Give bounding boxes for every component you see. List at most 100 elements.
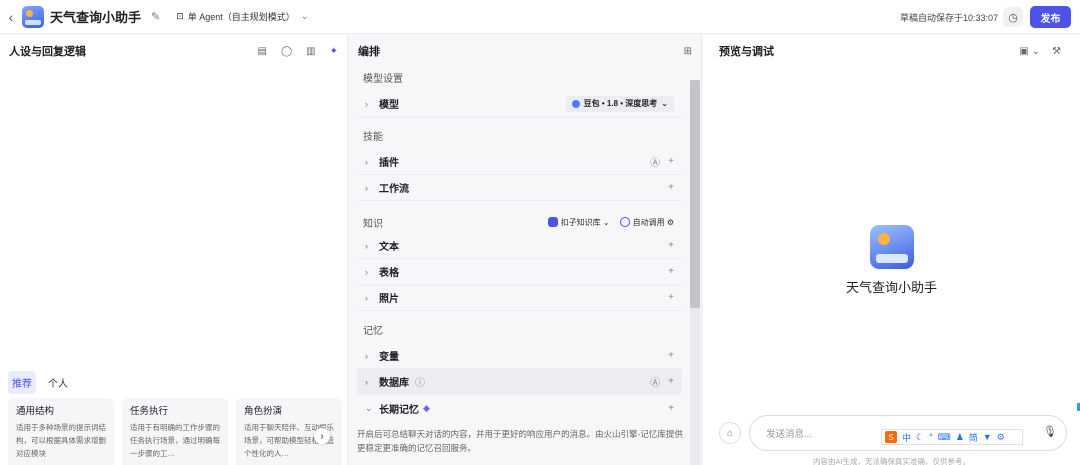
table-row[interactable]: › 表格 +: [357, 259, 682, 285]
auto-call-icon: [619, 217, 630, 228]
tool-icon[interactable]: ⚒: [1052, 46, 1061, 57]
scroll-thumb[interactable]: [690, 80, 700, 308]
chevron-right-icon: ›: [365, 240, 368, 251]
model-value: 豆包 • 1.8 • 深度思考: [583, 99, 658, 108]
chevron-down-icon: ⌄: [365, 402, 373, 413]
add-icon[interactable]: +: [668, 266, 674, 277]
chevron-down-icon: ⌄: [300, 11, 309, 21]
auto-call-toggle[interactable]: 自动调用 ⚙: [619, 217, 674, 228]
variable-row[interactable]: › 变量 +: [357, 343, 682, 369]
chevron-right-icon: ›: [365, 156, 368, 167]
disclaimer: 内容由AI生成，无法确保真实准确，仅供参考。: [812, 457, 971, 465]
model-row[interactable]: › 模型 豆包 • 1.8 • 深度思考 ⌄: [357, 91, 682, 117]
edit-icon[interactable]: ✎: [151, 10, 160, 23]
chevron-right-icon[interactable]: ›: [314, 428, 330, 444]
ime-lang: 中: [902, 432, 912, 443]
panel-title: 预览与调试: [719, 46, 774, 58]
memory-description: 开启后可总结聊天对话的内容，并用于更好的响应用户的消息。由火山引擎-记忆库提供更…: [357, 429, 683, 453]
workflow-row[interactable]: › 工作流 +: [357, 175, 682, 201]
bulb-icon[interactable]: ◯: [281, 46, 292, 57]
persona-panel: 人设与回复逻辑 ▤ ◯ ▥ ✦ 推荐 个人 通用结构 适用于多种场景的提示词结构…: [0, 35, 348, 465]
longterm-memory-row[interactable]: ⌄ 长期记忆 ◆ +: [357, 395, 682, 421]
section-model: 模型设置: [363, 74, 403, 85]
template-icon[interactable]: ▤: [258, 46, 267, 57]
chevron-right-icon: ›: [365, 376, 368, 387]
ime-toolbar[interactable]: S 中 ☾ ° ⌨ ♟ 简 ▼ ⚙: [881, 429, 1023, 445]
scrollbar[interactable]: [690, 80, 700, 465]
text-row[interactable]: › 文本 +: [357, 233, 682, 259]
knowledge-header: 知识 扣子知识库 ⌄ 自动调用 ⚙: [357, 211, 682, 233]
auto-icon[interactable]: Ⓐ: [650, 374, 660, 389]
template-card[interactable]: 任务执行 适用于有明确的工作步骤的任务执行场景，通过明确每一步骤的工…: [122, 398, 228, 465]
clock-icon: ◷: [1008, 11, 1018, 24]
add-icon[interactable]: +: [668, 376, 674, 387]
card-title: 通用结构: [16, 406, 55, 417]
auto-icon[interactable]: Ⓐ: [650, 154, 660, 169]
ime-script: 简: [968, 432, 978, 443]
autosave-status: 草稿自动保存于10:33:07: [900, 13, 999, 23]
top-bar: ‹ 天气查询小助手 ✎ ⊡ 单 Agent（自主规划模式） ⌄ 草稿自动保存于1…: [0, 0, 1080, 34]
chevron-right-icon: ›: [365, 98, 368, 109]
card-desc: 适用于多种场景的提示词结构，可以根据具体需求增删对应模块: [16, 423, 106, 458]
add-icon[interactable]: +: [668, 240, 674, 251]
gear-icon: ⚙: [666, 217, 674, 227]
auto-call-label: 自动调用: [632, 217, 665, 227]
moon-icon: ☾: [916, 431, 925, 442]
grid-icon[interactable]: ⊞: [684, 46, 692, 57]
debug-menu-icon[interactable]: ▣ ⌄: [1019, 46, 1040, 57]
database-row[interactable]: › 数据库 ⓘ Ⓐ +: [357, 369, 682, 395]
chevron-left-icon: ‹: [8, 8, 14, 25]
broom-icon: ⌂: [726, 427, 734, 439]
mode-selector[interactable]: ⊡ 单 Agent（自主规划模式） ⌄: [170, 7, 314, 27]
diamond-icon: ◆: [423, 402, 430, 413]
microphone-icon[interactable]: 🎙: [1043, 425, 1057, 438]
row-label: 数据库: [379, 378, 409, 389]
card-title: 角色扮演: [244, 406, 283, 417]
add-icon[interactable]: +: [668, 182, 674, 193]
section-knowledge: 知识: [363, 218, 383, 230]
row-label: 变量: [379, 352, 399, 363]
tab-recommended[interactable]: 推荐: [8, 371, 36, 394]
model-selector[interactable]: 豆包 • 1.8 • 深度思考 ⌄: [565, 95, 674, 112]
section-memory: 记忆: [363, 326, 383, 337]
gear-icon: ⚙: [996, 431, 1005, 442]
add-icon[interactable]: +: [668, 292, 674, 303]
row-label: 工作流: [379, 184, 409, 195]
panel-title: 编排: [358, 46, 380, 58]
tab-personal[interactable]: 个人: [44, 371, 72, 394]
chevron-right-icon: ›: [365, 266, 368, 277]
history-button[interactable]: ◷: [1003, 7, 1023, 27]
keyboard-icon: ⌨: [937, 431, 951, 442]
add-icon[interactable]: +: [668, 350, 674, 361]
kb-label: 扣子知识库: [560, 217, 601, 227]
user-icon: ♟: [955, 431, 964, 442]
section-skills: 技能: [363, 132, 383, 143]
row-label: 长期记忆: [379, 404, 419, 416]
row-label: 表格: [379, 268, 399, 279]
layout-icon[interactable]: ▥: [306, 46, 315, 57]
kb-icon: [547, 217, 558, 228]
ime-logo-icon: S: [885, 431, 897, 443]
add-icon[interactable]: +: [668, 403, 674, 414]
publish-button[interactable]: 发布: [1030, 6, 1071, 28]
row-label: 照片: [379, 294, 399, 305]
kb-selector[interactable]: 扣子知识库 ⌄: [547, 217, 610, 228]
row-label: 文本: [379, 242, 399, 253]
template-card[interactable]: 通用结构 适用于多种场景的提示词结构，可以根据具体需求增删对应模块: [8, 398, 114, 465]
back-button[interactable]: ‹: [0, 0, 22, 34]
plugin-row[interactable]: › 插件 Ⓐ +: [357, 149, 682, 175]
preview-panel: 预览与调试 ▣ ⌄ ⚒ 天气查询小助手 ⌂ 发送消息... S 中 ☾ ° ⌨ …: [703, 35, 1080, 465]
app-logo: [22, 5, 44, 28]
card-desc: 适用于有明确的工作步骤的任务执行场景，通过明确每一步骤的工…: [130, 423, 220, 458]
chevron-right-icon: ›: [365, 292, 368, 303]
sparkle-icon[interactable]: ✦: [330, 46, 338, 57]
row-label: 插件: [379, 158, 399, 169]
info-icon[interactable]: ⓘ: [415, 374, 425, 389]
chevron-down-icon: ⌄: [661, 99, 668, 108]
app-title: 天气查询小助手: [50, 10, 142, 25]
add-icon[interactable]: +: [668, 156, 674, 167]
photo-row[interactable]: › 照片 +: [357, 285, 682, 311]
shirt-icon: ▼: [982, 432, 992, 442]
row-label: 模型: [379, 100, 399, 111]
clear-history-button[interactable]: ⌂: [719, 422, 741, 444]
